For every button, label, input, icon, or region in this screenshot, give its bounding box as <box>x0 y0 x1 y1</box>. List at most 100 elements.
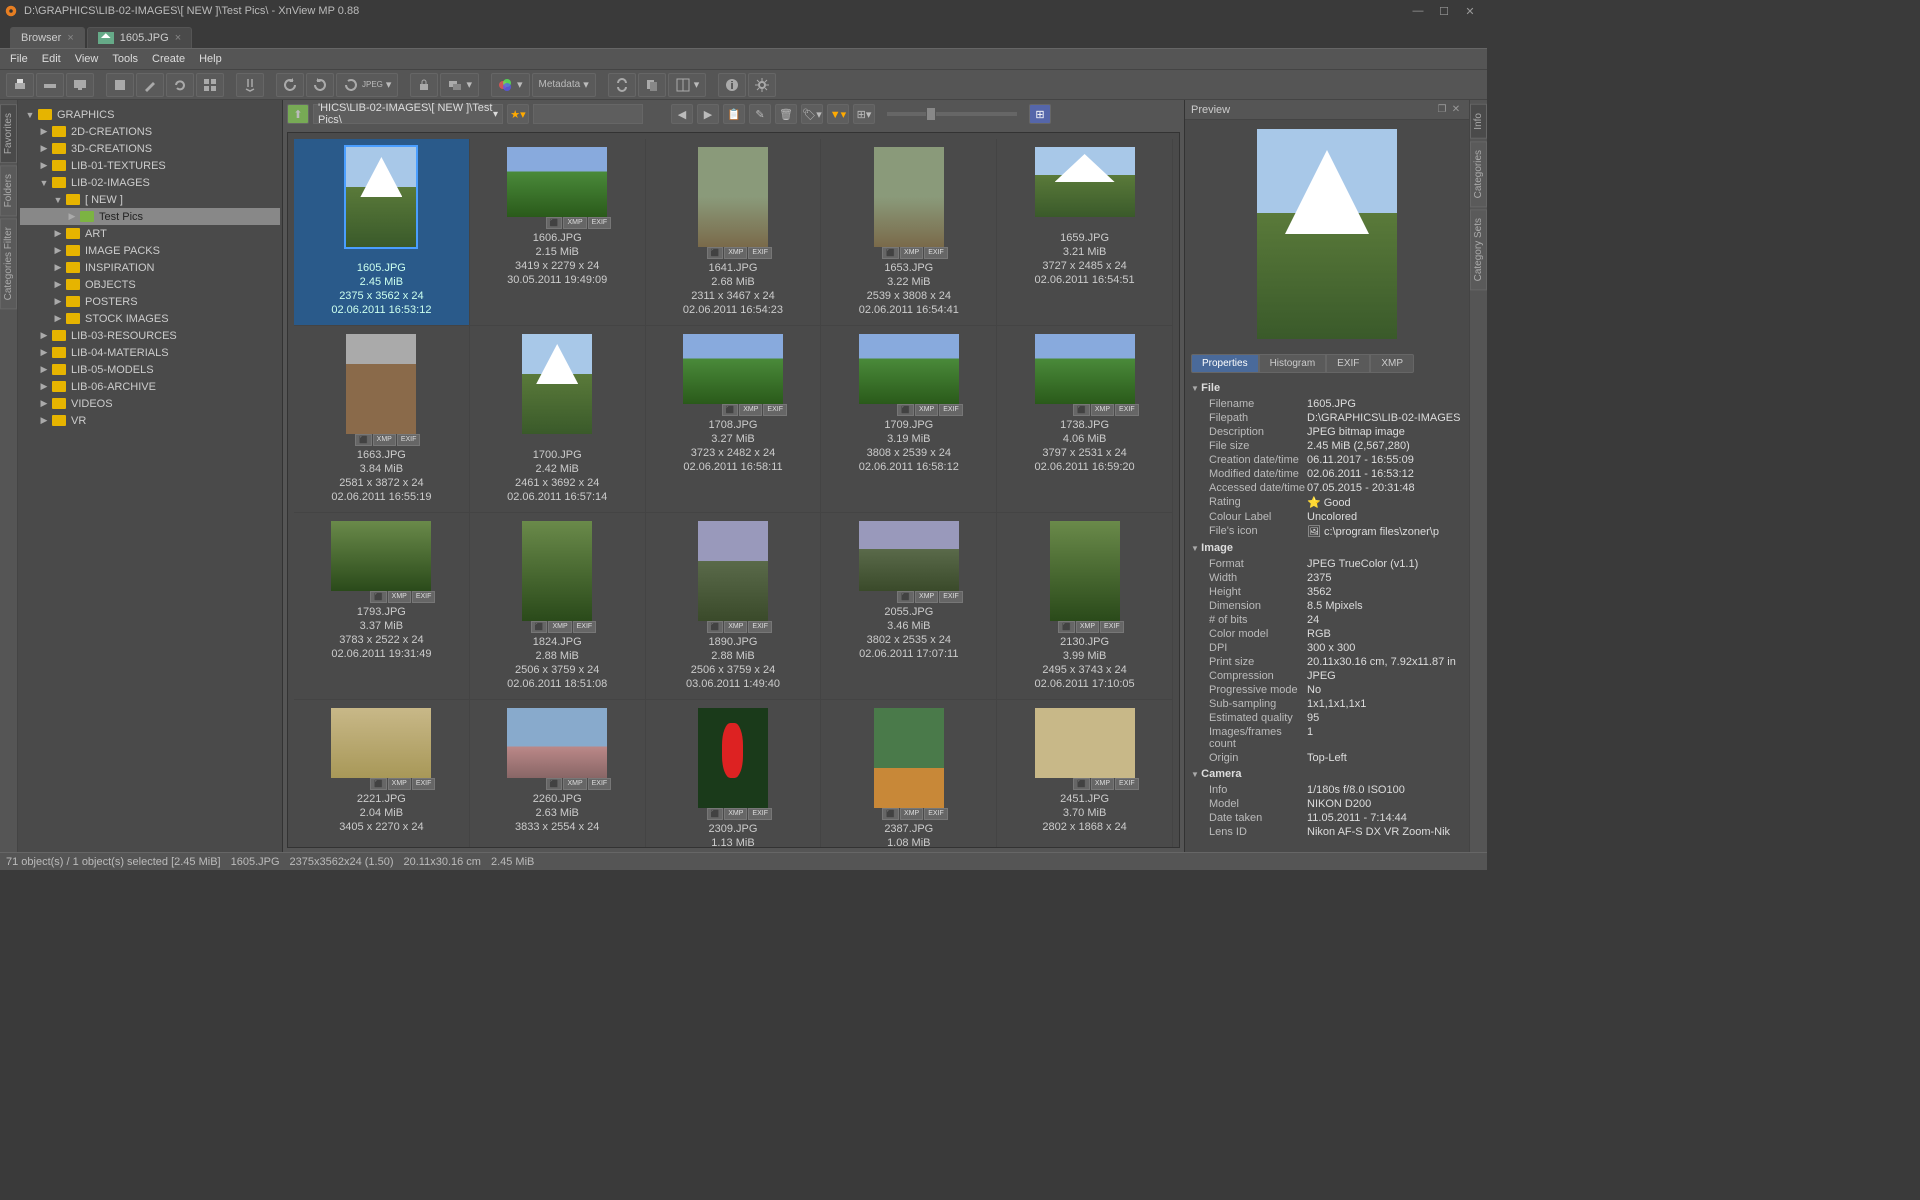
thumbnail-image[interactable]: ⬛XMPEXIF <box>1050 521 1120 621</box>
thumbnail-cell[interactable]: ⬛XMPEXIF1606.JPG2.15 MiB3419 x 2279 x 24… <box>470 139 646 326</box>
jpeg-rotate-button[interactable]: JPEG▾ <box>336 73 398 97</box>
thumbnail-cell[interactable]: ⬛XMPEXIF2055.JPG3.46 MiB3802 x 2535 x 24… <box>821 513 997 700</box>
thumbnail-cell[interactable]: ⬛XMPEXIF1793.JPG3.37 MiB3783 x 2522 x 24… <box>294 513 470 700</box>
expand-icon[interactable]: ▼ <box>38 178 50 188</box>
thumbnail-image[interactable]: ⬛XMPEXIF <box>698 147 768 247</box>
tree-item[interactable]: ▶LIB-01-TEXTURES <box>20 157 280 174</box>
view-mode-button[interactable]: ⊞ <box>1029 104 1051 124</box>
print-button[interactable] <box>6 73 34 97</box>
sort-button[interactable]: ⊞▾ <box>853 104 875 124</box>
thumbnail-image[interactable]: ⬛XMPEXIF <box>859 521 959 591</box>
thumbnail-cell[interactable]: ⬛XMPEXIF2221.JPG2.04 MiB3405 x 2270 x 24 <box>294 700 470 848</box>
thumbnail-image[interactable]: ⬛XMPEXIF <box>874 708 944 808</box>
thumbnail-image[interactable]: ⬛XMPEXIF <box>346 334 416 434</box>
thumbnail-cell[interactable]: ⬛XMPEXIF1700.JPG2.42 MiB2461 x 3692 x 24… <box>470 326 646 513</box>
expand-icon[interactable]: ▶ <box>52 228 64 239</box>
up-button[interactable]: ⬆ <box>287 104 309 124</box>
thumbnail-cell[interactable]: ⬛XMPEXIF2130.JPG3.99 MiB2495 x 3743 x 24… <box>997 513 1173 700</box>
thumbnail-cell[interactable]: ⬛XMPEXIF1738.JPG4.06 MiB3797 x 2531 x 24… <box>997 326 1173 513</box>
clipboard-button[interactable]: 📋 <box>723 104 745 124</box>
thumbnail-cell[interactable]: ⬛XMPEXIF2387.JPG1.08 MiB1707 x 2561 x 24 <box>821 700 997 848</box>
tab-close-icon[interactable]: × <box>175 32 181 44</box>
thumbnail-image[interactable]: ⬛XMPEXIF <box>1035 708 1135 778</box>
favorite-button[interactable]: ★▾ <box>507 104 529 124</box>
tab-exif[interactable]: EXIF <box>1326 354 1370 373</box>
tree-item[interactable]: ▶INSPIRATION <box>20 259 280 276</box>
thumbnail-image[interactable]: ⬛XMPEXIF <box>507 708 607 778</box>
menu-edit[interactable]: Edit <box>42 53 61 65</box>
filter-button[interactable]: ▼▾ <box>827 104 849 124</box>
rail-favorites[interactable]: Favorites <box>0 104 17 163</box>
expand-icon[interactable]: ▼ <box>24 110 36 120</box>
expand-icon[interactable]: ▶ <box>38 330 50 341</box>
rail-catfilter[interactable]: Categories Filter <box>0 218 17 309</box>
thumbnails-button[interactable] <box>196 73 224 97</box>
folder-tree[interactable]: ▼GRAPHICS▶2D-CREATIONS▶3D-CREATIONS▶LIB-… <box>18 100 283 852</box>
menu-help[interactable]: Help <box>199 53 222 65</box>
rail-categories[interactable]: Categories <box>1470 141 1487 207</box>
expand-icon[interactable]: ▶ <box>66 211 78 222</box>
thumbnail-image[interactable]: ⬛XMPEXIF <box>874 147 944 247</box>
tree-item[interactable]: ▶IMAGE PACKS <box>20 242 280 259</box>
tree-item[interactable]: ▼GRAPHICS <box>20 106 280 123</box>
metadata-button[interactable]: Metadata ▾ <box>532 73 596 97</box>
close-button[interactable]: ✕ <box>1457 1 1483 21</box>
rename-button[interactable]: ✎ <box>749 104 771 124</box>
tree-item[interactable]: ▶2D-CREATIONS <box>20 123 280 140</box>
tree-item[interactable]: ▶3D-CREATIONS <box>20 140 280 157</box>
tree-item[interactable]: ▼[ NEW ] <box>20 191 280 208</box>
tree-item[interactable]: ▶POSTERS <box>20 293 280 310</box>
thumbnail-cell[interactable]: ⬛XMPEXIF1641.JPG2.68 MiB2311 x 3467 x 24… <box>646 139 822 326</box>
preview-close-icon[interactable]: ✕ <box>1449 104 1463 115</box>
thumbnail-cell[interactable]: ⬛XMPEXIF2260.JPG2.63 MiB3833 x 2554 x 24 <box>470 700 646 848</box>
maximize-button[interactable]: ☐ <box>1431 1 1457 21</box>
thumbnail-image[interactable]: ⬛XMPEXIF <box>859 334 959 404</box>
expand-icon[interactable]: ▶ <box>52 279 64 290</box>
edit-button[interactable] <box>136 73 164 97</box>
redo-button[interactable] <box>306 73 334 97</box>
expand-icon[interactable]: ▶ <box>52 262 64 273</box>
tree-item[interactable]: ▶VR <box>20 412 280 429</box>
expand-icon[interactable]: ▶ <box>38 415 50 426</box>
undo-button[interactable] <box>276 73 304 97</box>
tab-histogram[interactable]: Histogram <box>1259 354 1327 373</box>
tab-browser[interactable]: Browser × <box>10 27 85 48</box>
tab-image[interactable]: 1605.JPG × <box>87 27 192 48</box>
rail-folders[interactable]: Folders <box>0 165 17 216</box>
thumbnail-image[interactable]: ⬛XMPEXIF <box>1035 334 1135 404</box>
settings-button[interactable] <box>748 73 776 97</box>
thumbnail-cell[interactable]: ⬛XMPEXIF2309.JPG1.13 MiB1866 x 2799 x 24 <box>646 700 822 848</box>
thumbnail-cell[interactable]: ⬛XMPEXIF2451.JPG3.70 MiB2802 x 1868 x 24 <box>997 700 1173 848</box>
thumbnail-image[interactable]: ⬛XMPEXIF <box>331 521 431 591</box>
tab-xmp[interactable]: XMP <box>1370 354 1414 373</box>
adjust-button[interactable]: ▾ <box>491 73 530 97</box>
tab-close-icon[interactable]: × <box>67 32 73 44</box>
resize-button[interactable]: ▾ <box>440 73 479 97</box>
thumbnail-image[interactable]: ⬛XMPEXIF <box>522 334 592 434</box>
tree-item[interactable]: ▶LIB-04-MATERIALS <box>20 344 280 361</box>
thumbnail-image[interactable]: ⬛XMPEXIF <box>683 334 783 404</box>
thumbnail-cell[interactable]: ⬛XMPEXIF1890.JPG2.88 MiB2506 x 3759 x 24… <box>646 513 822 700</box>
thumb-size-slider[interactable] <box>887 112 1017 116</box>
prop-section-header[interactable]: Image <box>1191 539 1463 557</box>
tab-properties[interactable]: Properties <box>1191 354 1259 373</box>
tag-button[interactable]: 🏷▾ <box>801 104 823 124</box>
tree-item[interactable]: ▶OBJECTS <box>20 276 280 293</box>
tree-item[interactable]: ▶LIB-03-RESOURCES <box>20 327 280 344</box>
menu-tools[interactable]: Tools <box>112 53 138 65</box>
thumbnail-cell[interactable]: ⬛XMPEXIF1824.JPG2.88 MiB2506 x 3759 x 24… <box>470 513 646 700</box>
menu-file[interactable]: File <box>10 53 28 65</box>
save-button[interactable] <box>106 73 134 97</box>
forward-button[interactable]: ▶ <box>697 104 719 124</box>
info-button[interactable]: i <box>718 73 746 97</box>
expand-icon[interactable]: ▶ <box>38 126 50 137</box>
thumbnail-cell[interactable]: ⬛XMPEXIF1709.JPG3.19 MiB3808 x 2539 x 24… <box>821 326 997 513</box>
rail-catsets[interactable]: Category Sets <box>1470 209 1487 290</box>
layout-button[interactable]: ▾ <box>668 73 707 97</box>
prop-section-header[interactable]: Camera <box>1191 765 1463 783</box>
expand-icon[interactable]: ▶ <box>52 245 64 256</box>
slideshow-button[interactable] <box>66 73 94 97</box>
expand-icon[interactable]: ▶ <box>38 381 50 392</box>
tree-item[interactable]: ▶Test Pics <box>20 208 280 225</box>
copy-button[interactable] <box>638 73 666 97</box>
